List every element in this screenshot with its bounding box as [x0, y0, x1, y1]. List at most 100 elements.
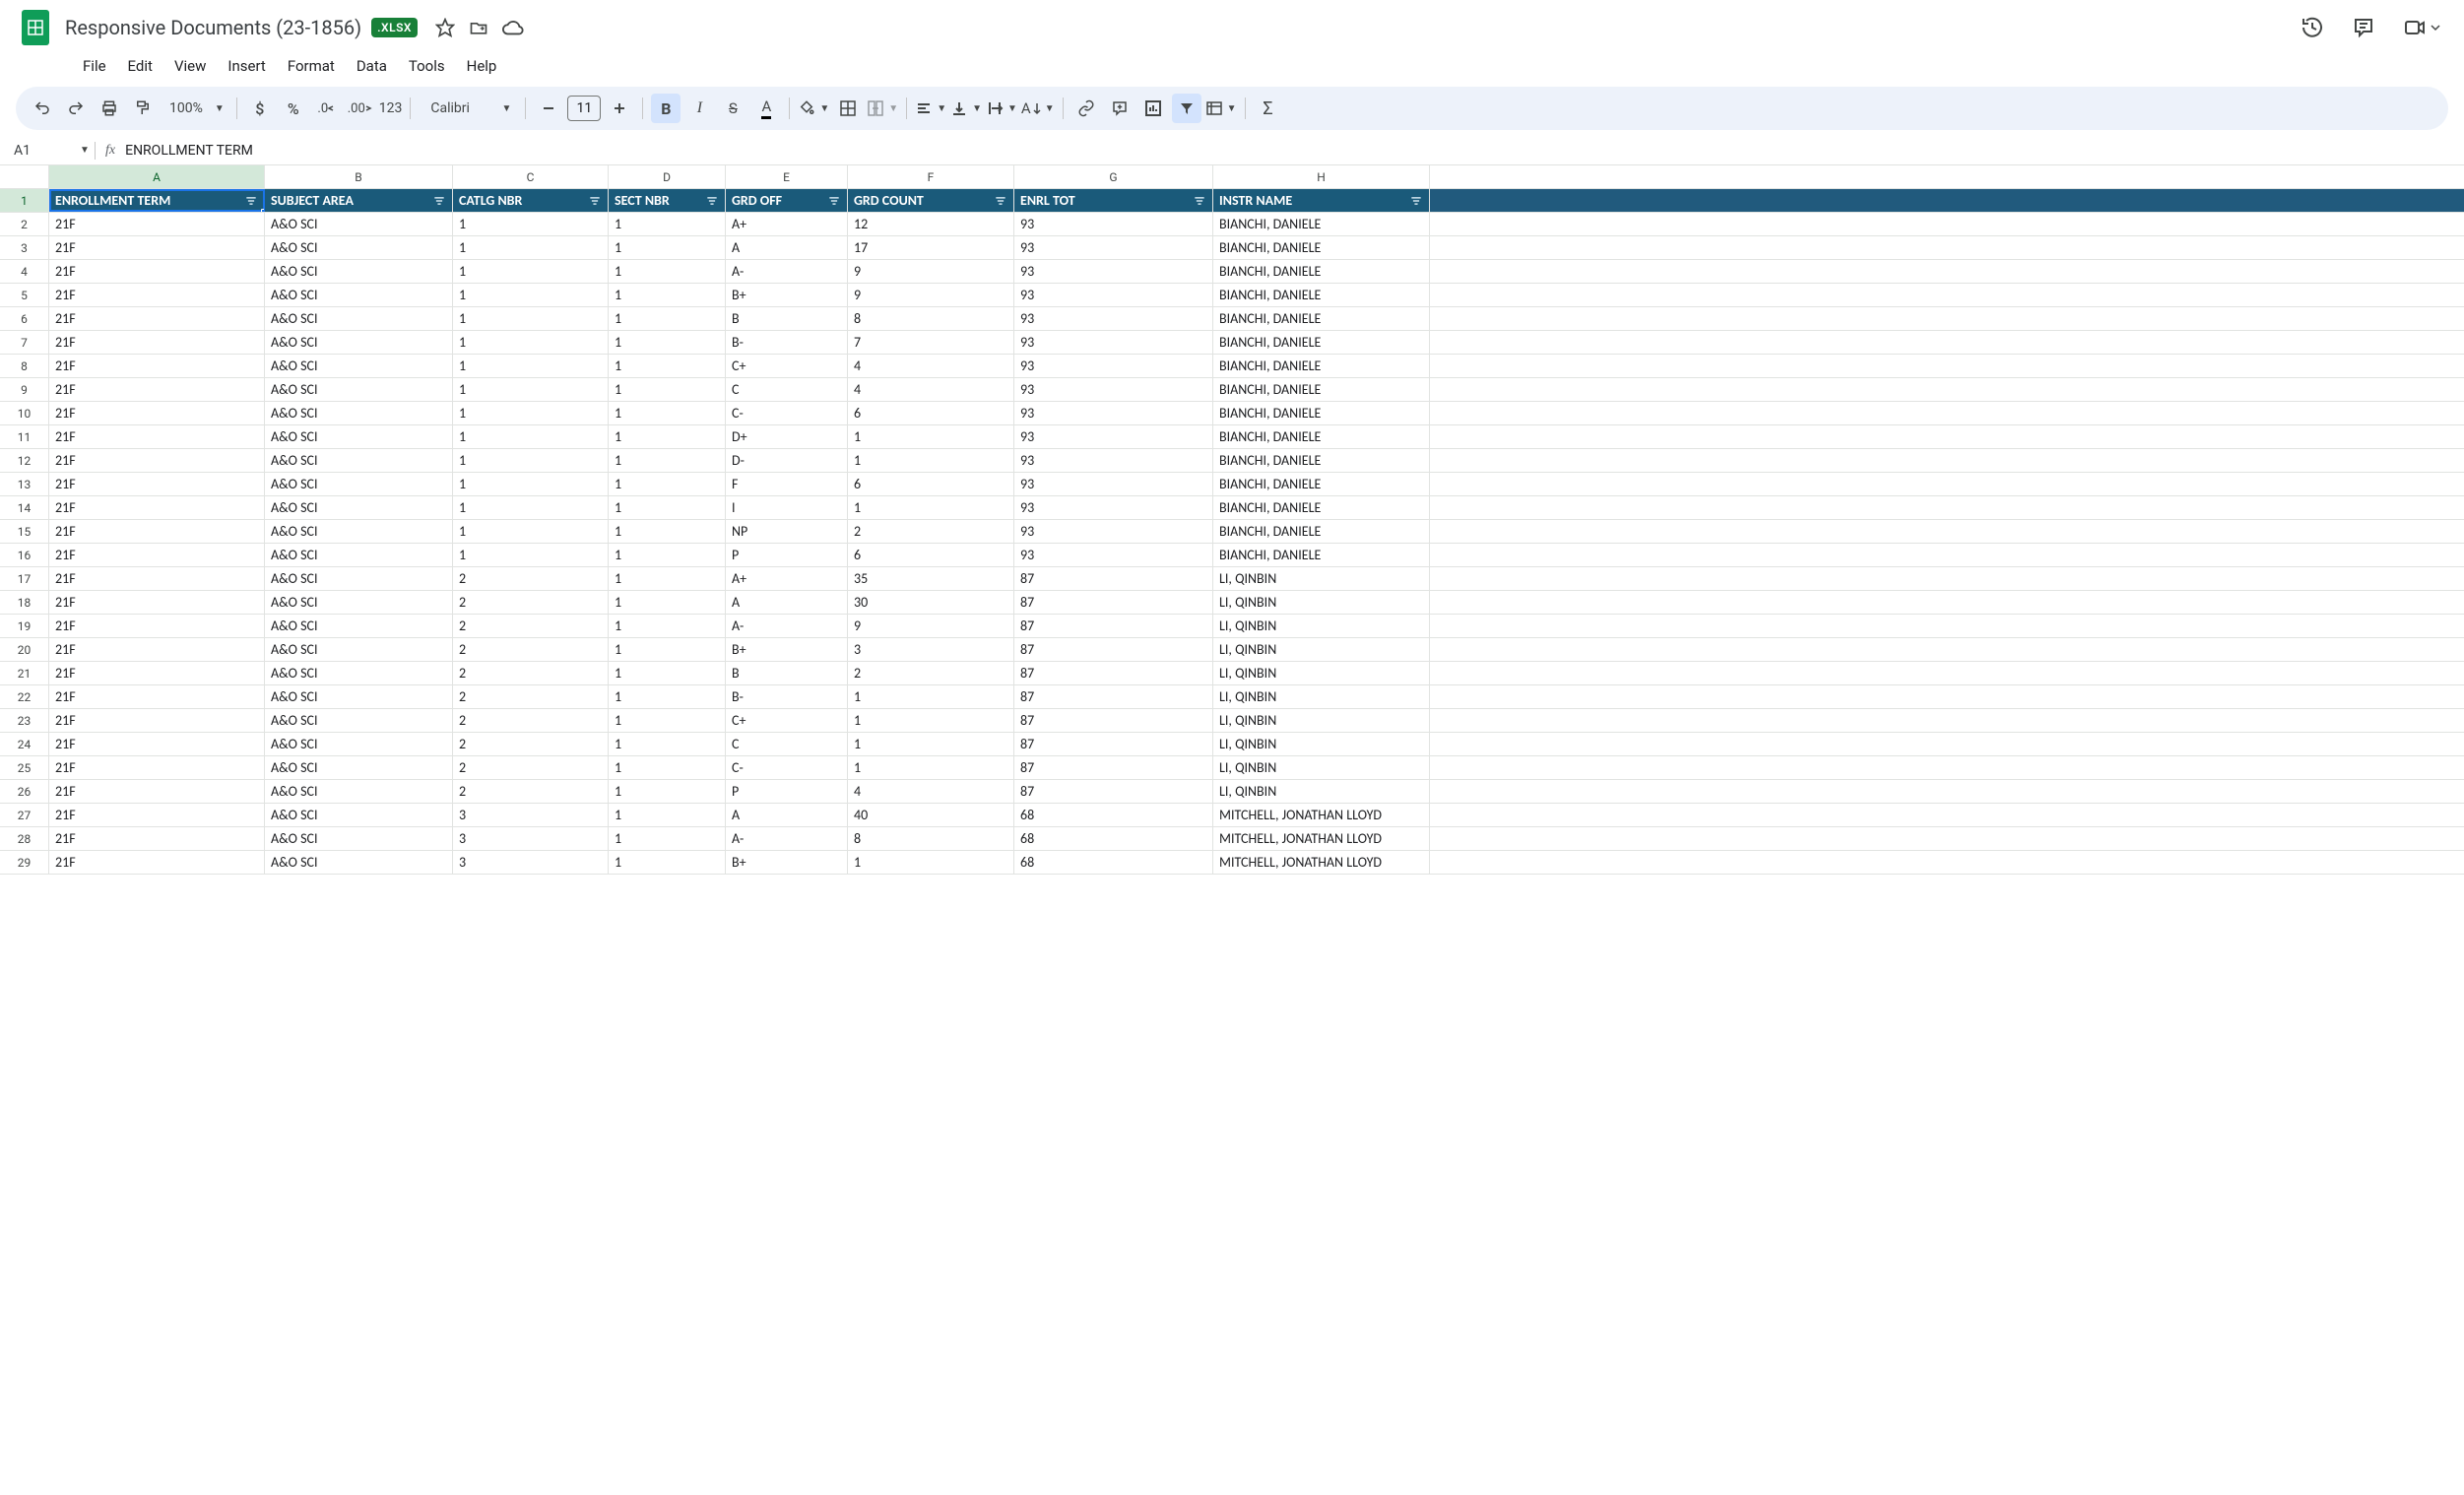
- cell[interactable]: LI, QINBIN: [1213, 662, 1430, 684]
- cell[interactable]: BIANCHI, DANIELE: [1213, 402, 1430, 424]
- cell[interactable]: A&O SCI: [265, 236, 453, 259]
- cell[interactable]: A&O SCI: [265, 756, 453, 779]
- cell[interactable]: A&O SCI: [265, 591, 453, 614]
- cell[interactable]: 87: [1014, 709, 1213, 732]
- cell[interactable]: 1: [609, 709, 726, 732]
- cell[interactable]: 2: [453, 756, 609, 779]
- cell[interactable]: 7: [848, 331, 1014, 354]
- cell[interactable]: 9: [848, 260, 1014, 283]
- cell[interactable]: 93: [1014, 307, 1213, 330]
- cell[interactable]: 1: [848, 756, 1014, 779]
- cell[interactable]: BIANCHI, DANIELE: [1213, 213, 1430, 235]
- cell[interactable]: 1: [848, 851, 1014, 874]
- cell[interactable]: 17: [848, 236, 1014, 259]
- move-icon[interactable]: [469, 18, 488, 37]
- functions-button[interactable]: Σ: [1254, 94, 1283, 123]
- filter-icon[interactable]: [994, 194, 1007, 208]
- cell[interactable]: 87: [1014, 567, 1213, 590]
- cell[interactable]: LI, QINBIN: [1213, 733, 1430, 755]
- col-header-E[interactable]: E: [726, 165, 848, 188]
- cell[interactable]: A&O SCI: [265, 520, 453, 543]
- row-header[interactable]: 28: [0, 827, 49, 850]
- cell[interactable]: LI, QINBIN: [1213, 709, 1430, 732]
- row-header[interactable]: 12: [0, 449, 49, 472]
- cell[interactable]: 21F: [49, 355, 265, 377]
- menu-edit[interactable]: Edit: [118, 53, 162, 79]
- cell[interactable]: 21F: [49, 591, 265, 614]
- merge-button[interactable]: ▼: [867, 94, 898, 123]
- filter-icon[interactable]: [588, 194, 602, 208]
- cell[interactable]: P: [726, 780, 848, 803]
- cell[interactable]: 21F: [49, 544, 265, 566]
- cell[interactable]: 21F: [49, 425, 265, 448]
- cell[interactable]: BIANCHI, DANIELE: [1213, 355, 1430, 377]
- cell[interactable]: 30: [848, 591, 1014, 614]
- cell[interactable]: LI, QINBIN: [1213, 685, 1430, 708]
- comment-icon[interactable]: [2352, 16, 2375, 39]
- cell[interactable]: 21F: [49, 449, 265, 472]
- cell[interactable]: 1: [609, 780, 726, 803]
- cloud-icon[interactable]: [502, 17, 524, 38]
- percent-button[interactable]: %: [279, 94, 308, 123]
- undo-button[interactable]: [28, 94, 57, 123]
- cell[interactable]: 1: [609, 662, 726, 684]
- row-header[interactable]: 5: [0, 284, 49, 306]
- cell[interactable]: 6: [848, 544, 1014, 566]
- cell[interactable]: 21F: [49, 851, 265, 874]
- decrease-font-button[interactable]: [534, 94, 563, 123]
- cell[interactable]: LI, QINBIN: [1213, 591, 1430, 614]
- cell[interactable]: 1: [609, 638, 726, 661]
- cell[interactable]: 1: [609, 473, 726, 495]
- cell[interactable]: 1: [453, 496, 609, 519]
- cell[interactable]: 87: [1014, 733, 1213, 755]
- cell[interactable]: 1: [453, 544, 609, 566]
- cell[interactable]: BIANCHI, DANIELE: [1213, 236, 1430, 259]
- cell[interactable]: 3: [453, 851, 609, 874]
- col-header-H[interactable]: H: [1213, 165, 1430, 188]
- cell[interactable]: 93: [1014, 331, 1213, 354]
- header-cell[interactable]: GRD COUNT: [848, 189, 1014, 212]
- cell[interactable]: 87: [1014, 780, 1213, 803]
- cell[interactable]: A&O SCI: [265, 378, 453, 401]
- cell[interactable]: A&O SCI: [265, 260, 453, 283]
- cell[interactable]: 8: [848, 307, 1014, 330]
- cell[interactable]: 1: [609, 284, 726, 306]
- cell[interactable]: 1: [453, 284, 609, 306]
- header-cell[interactable]: ENROLLMENT TERM: [49, 189, 265, 212]
- cell[interactable]: 21F: [49, 638, 265, 661]
- cell[interactable]: C+: [726, 355, 848, 377]
- fill-color-button[interactable]: ▼: [798, 94, 829, 123]
- cell[interactable]: C+: [726, 709, 848, 732]
- cell[interactable]: A&O SCI: [265, 733, 453, 755]
- italic-button[interactable]: I: [684, 94, 714, 123]
- row-header[interactable]: 19: [0, 615, 49, 637]
- cell[interactable]: 1: [453, 425, 609, 448]
- star-icon[interactable]: [435, 18, 455, 37]
- cell[interactable]: 2: [453, 567, 609, 590]
- decrease-decimal-button[interactable]: .0: [312, 94, 342, 123]
- cell[interactable]: A&O SCI: [265, 709, 453, 732]
- cell[interactable]: 1: [848, 709, 1014, 732]
- header-cell[interactable]: ENRL TOT: [1014, 189, 1213, 212]
- cell[interactable]: 1: [609, 544, 726, 566]
- cell[interactable]: 93: [1014, 449, 1213, 472]
- menu-data[interactable]: Data: [347, 53, 397, 79]
- menu-view[interactable]: View: [164, 53, 216, 79]
- menu-help[interactable]: Help: [457, 53, 507, 79]
- cell[interactable]: 1: [609, 496, 726, 519]
- text-rotation-button[interactable]: A▼: [1021, 94, 1055, 123]
- insert-chart-button[interactable]: [1138, 94, 1168, 123]
- cell[interactable]: 87: [1014, 591, 1213, 614]
- cell[interactable]: A&O SCI: [265, 473, 453, 495]
- row-header[interactable]: 7: [0, 331, 49, 354]
- cell[interactable]: 21F: [49, 284, 265, 306]
- cell[interactable]: 68: [1014, 851, 1213, 874]
- cell[interactable]: A-: [726, 827, 848, 850]
- increase-decimal-button[interactable]: .00: [346, 94, 375, 123]
- cell[interactable]: A&O SCI: [265, 355, 453, 377]
- cell[interactable]: C-: [726, 756, 848, 779]
- formula-input[interactable]: ENROLLMENT TERM: [125, 143, 253, 159]
- cell[interactable]: 1: [609, 355, 726, 377]
- cell[interactable]: 68: [1014, 804, 1213, 826]
- cell[interactable]: 87: [1014, 756, 1213, 779]
